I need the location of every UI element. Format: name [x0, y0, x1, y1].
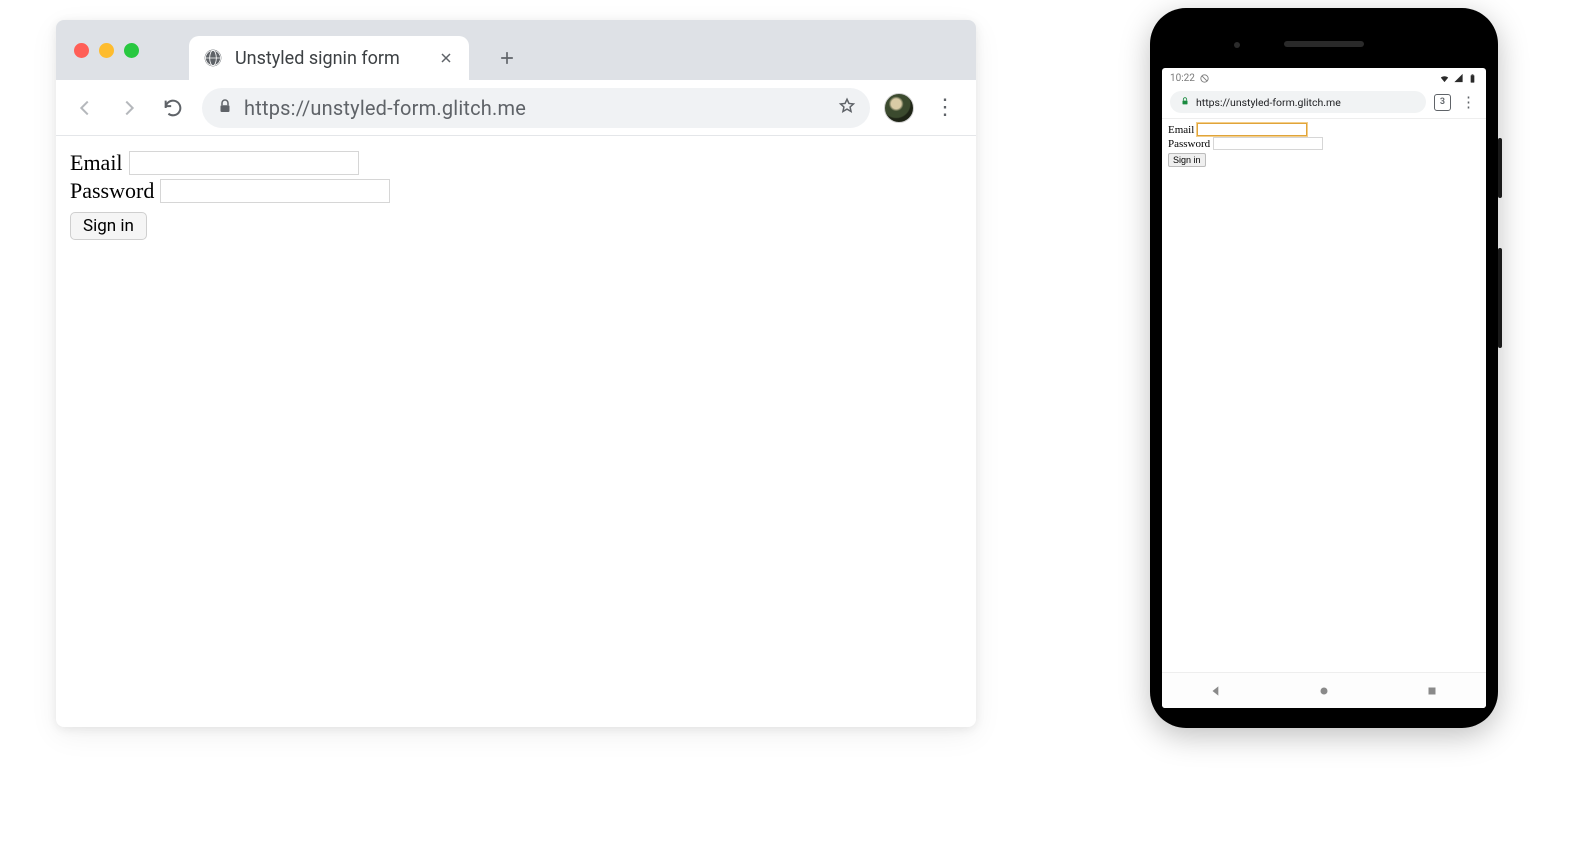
phone-speaker: [1284, 41, 1364, 47]
browser-menu-button[interactable]: ⋮: [928, 95, 962, 120]
phone-camera: [1234, 42, 1240, 48]
new-tab-button[interactable]: [489, 40, 525, 76]
window-close-button[interactable]: [74, 43, 89, 58]
forward-button[interactable]: [114, 93, 144, 123]
wifi-icon: [1439, 73, 1450, 84]
email-field[interactable]: [129, 151, 359, 175]
back-button[interactable]: [70, 93, 100, 123]
close-icon[interactable]: [437, 49, 455, 67]
email-label: Email: [70, 150, 123, 176]
tabs-count: 3: [1440, 97, 1445, 107]
phone-bezel-top: [1162, 20, 1486, 68]
signin-button[interactable]: Sign in: [70, 212, 147, 240]
mobile-page-viewport: Email Password Sign in: [1162, 119, 1486, 171]
url-text: https://unstyled-form.glitch.me: [244, 96, 526, 120]
phone-screen: 10:22 https://unstyle: [1162, 68, 1486, 708]
email-row: Email: [70, 150, 962, 176]
status-time: 10:22: [1170, 73, 1195, 84]
mobile-email-field[interactable]: [1197, 123, 1307, 136]
phone-device-frame: 10:22 https://unstyle: [1150, 8, 1498, 728]
profile-avatar[interactable]: [884, 93, 914, 123]
password-row: Password: [70, 178, 962, 204]
tab-title: Unstyled signin form: [235, 48, 425, 69]
android-back-button[interactable]: [1209, 684, 1223, 698]
desktop-browser-window: Unstyled signin form https://unstyled-fo…: [56, 20, 976, 727]
browser-tab[interactable]: Unstyled signin form: [189, 36, 469, 80]
mobile-password-row: Password: [1168, 137, 1480, 150]
window-zoom-button[interactable]: [124, 43, 139, 58]
globe-icon: [203, 48, 223, 68]
mobile-browser-menu-button[interactable]: ⋮: [1459, 93, 1478, 111]
android-status-bar: 10:22: [1162, 68, 1486, 88]
page-viewport: Email Password Sign in: [56, 136, 976, 254]
lock-icon: [1180, 96, 1190, 109]
mobile-email-row: Email: [1168, 123, 1480, 136]
android-overview-button[interactable]: [1425, 684, 1439, 698]
mobile-address-bar-row: https://unstyled-form.glitch.me 3 ⋮: [1162, 88, 1486, 119]
mobile-address-bar[interactable]: https://unstyled-form.glitch.me: [1170, 91, 1426, 113]
battery-icon: [1467, 73, 1478, 84]
do-not-disturb-icon: [1199, 73, 1210, 84]
password-field[interactable]: [160, 179, 390, 203]
mobile-email-label: Email: [1168, 124, 1194, 136]
mobile-signin-button[interactable]: Sign in: [1168, 153, 1206, 167]
bookmark-star-icon[interactable]: [838, 96, 856, 120]
mobile-password-label: Password: [1168, 138, 1210, 150]
mobile-password-field[interactable]: [1213, 137, 1323, 150]
cell-signal-icon: [1453, 73, 1464, 84]
window-minimize-button[interactable]: [99, 43, 114, 58]
browser-toolbar: https://unstyled-form.glitch.me ⋮: [56, 80, 976, 136]
password-label: Password: [70, 178, 154, 204]
android-home-button[interactable]: [1317, 684, 1331, 698]
reload-button[interactable]: [158, 93, 188, 123]
tabs-count-button[interactable]: 3: [1434, 94, 1451, 111]
lock-icon: [216, 96, 234, 120]
address-bar[interactable]: https://unstyled-form.glitch.me: [202, 88, 870, 128]
android-nav-bar: [1162, 672, 1486, 708]
tab-strip: Unstyled signin form: [56, 20, 976, 80]
window-controls: [74, 43, 139, 58]
mobile-url-text: https://unstyled-form.glitch.me: [1196, 96, 1341, 109]
